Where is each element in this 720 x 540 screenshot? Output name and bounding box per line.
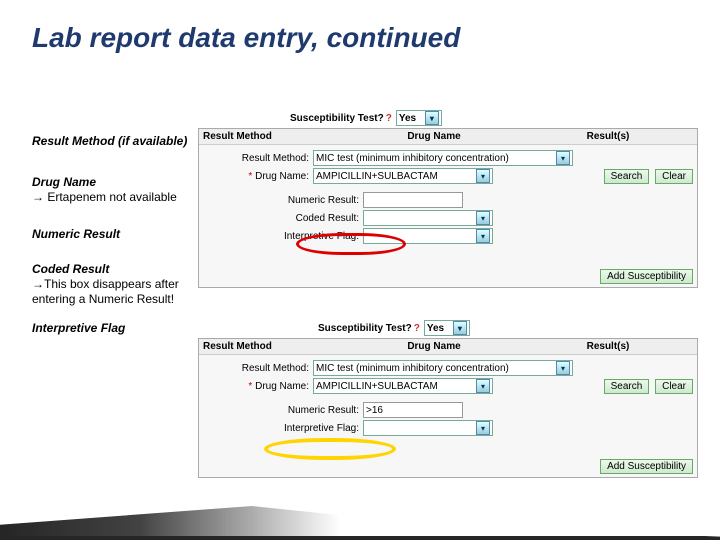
table-header: Result Method Drug Name Result(s) xyxy=(199,129,697,145)
chevron-down-icon: ▾ xyxy=(476,211,490,225)
susceptibility-panel-1: Result Method Drug Name Result(s) Result… xyxy=(198,128,698,288)
coded-result-select[interactable]: ▾ xyxy=(363,210,493,226)
susceptibility-test-row-1: Susceptibility Test?? Yes▾ xyxy=(290,110,442,126)
slide-decor xyxy=(0,506,720,540)
col-results: Result(s) xyxy=(519,129,697,144)
label-result-method: Result Method (if available) xyxy=(32,134,197,149)
col-drug-name: Drug Name xyxy=(349,339,519,354)
drug-name-select[interactable]: AMPICILLIN+SULBACTAM▾ xyxy=(313,168,493,184)
label-numeric-result: Numeric Result xyxy=(32,227,197,242)
susc-label: Susceptibility Test? xyxy=(290,113,384,124)
interpretive-flag-select[interactable]: ▾ xyxy=(363,420,493,436)
clear-button[interactable]: Clear xyxy=(655,169,693,184)
label-coded-result: Coded Result xyxy=(32,262,197,277)
susceptibility-test-row-2: Susceptibility Test?? Yes▾ xyxy=(318,320,470,336)
interpretive-flag-select[interactable]: ▾ xyxy=(363,228,493,244)
col-result-method: Result Method xyxy=(199,129,349,144)
chevron-down-icon: ▾ xyxy=(453,321,467,335)
label-interpretive-flag: Interpretive Flag xyxy=(32,321,197,336)
col-drug-name: Drug Name xyxy=(349,129,519,144)
result-method-select[interactable]: MIC test (minimum inhibitory concentrati… xyxy=(313,360,573,376)
add-susceptibility-button[interactable]: Add Susceptibility xyxy=(600,459,693,474)
result-method-select[interactable]: MIC test (minimum inhibitory concentrati… xyxy=(313,150,573,166)
search-button[interactable]: Search xyxy=(604,379,650,394)
field-label-drug-name: Drug Name: xyxy=(203,171,313,182)
required-icon: ? xyxy=(386,113,392,124)
table-header: Result Method Drug Name Result(s) xyxy=(199,339,697,355)
search-button[interactable]: Search xyxy=(604,169,650,184)
field-label-result-method: Result Method: xyxy=(203,153,313,164)
field-label-coded-result: Coded Result: xyxy=(203,213,363,224)
col-result-method: Result Method xyxy=(199,339,349,354)
chevron-down-icon: ▾ xyxy=(476,379,490,393)
numeric-result-input[interactable] xyxy=(363,192,463,208)
susc-select-2[interactable]: Yes▾ xyxy=(424,320,470,336)
field-label-result-method: Result Method: xyxy=(203,363,313,374)
note-ertapenem: → Ertapenem not available xyxy=(32,190,197,205)
drug-name-select[interactable]: AMPICILLIN+SULBACTAM▾ xyxy=(313,378,493,394)
col-results: Result(s) xyxy=(519,339,697,354)
note-coded-disappears: →This box disappears after entering a Nu… xyxy=(32,277,197,307)
chevron-down-icon: ▾ xyxy=(476,169,490,183)
numeric-result-input[interactable]: >16 xyxy=(363,402,463,418)
add-susceptibility-button[interactable]: Add Susceptibility xyxy=(600,269,693,284)
slide-title: Lab report data entry, continued xyxy=(0,0,720,60)
field-label-interpretive-flag: Interpretive Flag: xyxy=(203,231,363,242)
chevron-down-icon: ▾ xyxy=(425,111,439,125)
label-drug-name: Drug Name xyxy=(32,175,197,190)
field-label-numeric-result: Numeric Result: xyxy=(203,195,363,206)
annotation-column: Result Method (if available) Drug Name →… xyxy=(32,128,197,336)
chevron-down-icon: ▾ xyxy=(476,229,490,243)
field-label-numeric-result: Numeric Result: xyxy=(203,405,363,416)
susc-label: Susceptibility Test? xyxy=(318,323,412,334)
field-label-interpretive-flag: Interpretive Flag: xyxy=(203,423,363,434)
susc-select-1[interactable]: Yes▾ xyxy=(396,110,442,126)
chevron-down-icon: ▾ xyxy=(556,151,570,165)
clear-button[interactable]: Clear xyxy=(655,379,693,394)
chevron-down-icon: ▾ xyxy=(556,361,570,375)
field-label-drug-name: Drug Name: xyxy=(203,381,313,392)
required-icon: ? xyxy=(414,323,420,334)
chevron-down-icon: ▾ xyxy=(476,421,490,435)
susceptibility-panel-2: Result Method Drug Name Result(s) Result… xyxy=(198,338,698,478)
